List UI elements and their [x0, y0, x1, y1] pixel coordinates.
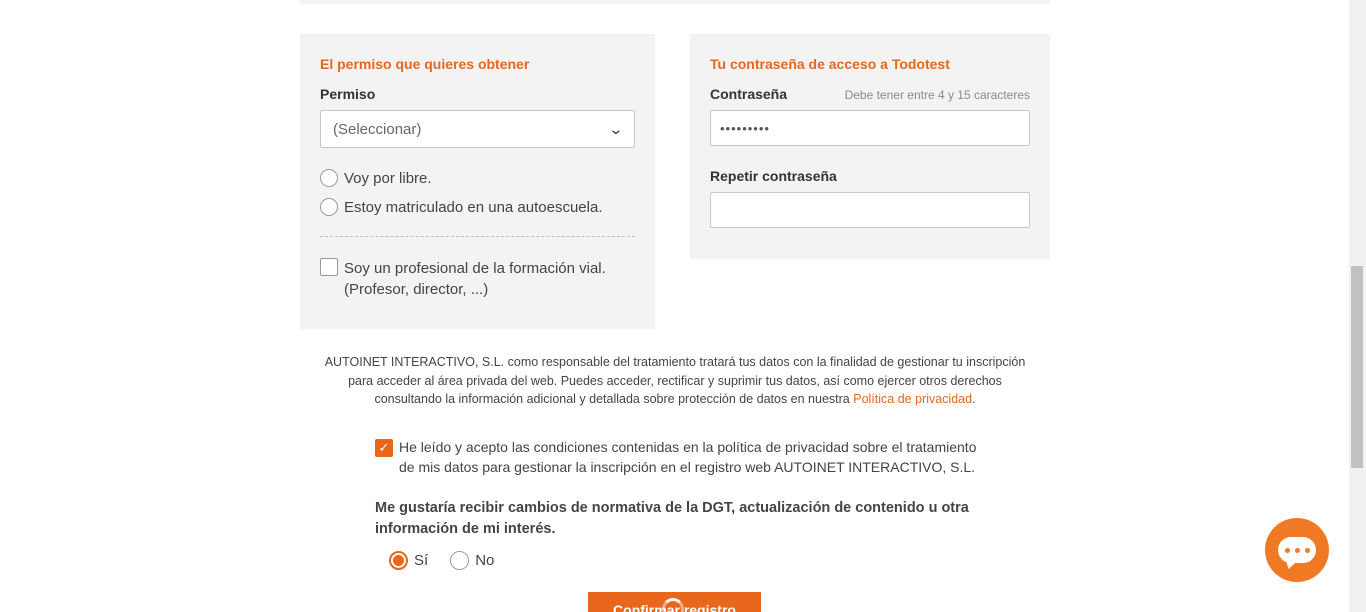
privacy-line3: consultando la información adicional y d… — [374, 392, 850, 406]
permit-label: Permiso — [320, 86, 376, 102]
password-panel: Tu contraseña de acceso a Todotest Contr… — [690, 34, 1050, 259]
chat-bubble-icon — [1278, 537, 1316, 563]
permit-select[interactable]: (Seleccionar) ⌄ — [320, 110, 635, 148]
radio-option-autoescuela[interactable]: Estoy matriculado en una autoescuela. — [320, 198, 603, 216]
privacy-line1: AUTOINET INTERACTIVO, S.L. como responsa… — [324, 355, 1026, 369]
radio-option-label: Voy por libre. — [344, 169, 432, 187]
privacy-notice: AUTOINET INTERACTIVO, S.L. como responsa… — [300, 353, 1050, 409]
yes-label[interactable]: Sí — [414, 552, 428, 569]
radio-icon[interactable] — [320, 198, 338, 216]
newsletter-question: Me gustaría recibir cambios de normativa… — [375, 498, 975, 540]
question-line2: información de mi interés. — [375, 521, 556, 537]
question-line1: Me gustaría recibir cambios de normativa… — [375, 500, 969, 516]
accept-line2: de mis datos para gestionar la inscripci… — [399, 458, 976, 475]
chevron-down-icon: ⌄ — [608, 120, 624, 137]
registration-page: El permiso que quieres obtener Permiso (… — [0, 0, 1366, 612]
page-scrollbar[interactable] — [1349, 0, 1366, 612]
password-input[interactable]: ••••••••• — [710, 110, 1030, 146]
no-label[interactable]: No — [475, 552, 494, 569]
accept-label: He leído y acepto las condiciones conten… — [399, 438, 976, 477]
professional-line2: (Profesor, director, ...) — [344, 281, 489, 298]
previous-panel-edge — [300, 0, 1050, 4]
accept-line1: He leído y acepto las condiciones conten… — [399, 439, 977, 455]
permit-panel: El permiso que quieres obtener Permiso (… — [300, 34, 655, 329]
privacy-end: . — [972, 392, 976, 406]
professional-label: Soy un profesional de la formación vial.… — [344, 258, 606, 300]
professional-checkbox-row[interactable]: Soy un profesional de la formación vial.… — [320, 258, 606, 300]
radio-icon[interactable] — [450, 551, 470, 570]
password-label: Contraseña — [710, 86, 788, 102]
radio-icon[interactable] — [320, 169, 338, 187]
professional-line1: Soy un profesional de la formación vial. — [344, 260, 606, 277]
password-panel-title: Tu contraseña de acceso a Todotest — [710, 56, 950, 72]
privacy-policy-link[interactable]: Política de privacidad — [853, 392, 972, 406]
radio-option-libre[interactable]: Voy por libre. — [320, 169, 432, 187]
checkbox-icon[interactable] — [320, 258, 338, 276]
chat-launcher-button[interactable] — [1265, 518, 1329, 582]
accept-privacy-row[interactable]: ✓ He leído y acepto las condiciones cont… — [375, 438, 995, 477]
repeat-password-input[interactable] — [710, 192, 1030, 228]
dashed-divider — [320, 236, 635, 237]
checkbox-checked-icon[interactable]: ✓ — [375, 439, 393, 457]
password-value: ••••••••• — [720, 120, 770, 136]
permit-select-value: (Seleccionar) — [333, 120, 422, 138]
radio-option-label: Estoy matriculado en una autoescuela. — [344, 198, 603, 216]
newsletter-options: Sí No — [389, 551, 494, 570]
radio-selected-icon[interactable] — [389, 551, 408, 570]
privacy-line2: para acceder al área privada del web. Pu… — [348, 373, 1002, 388]
scrollbar-thumb[interactable] — [1351, 266, 1363, 468]
permit-panel-title: El permiso que quieres obtener — [320, 56, 530, 72]
repeat-password-label: Repetir contraseña — [710, 168, 837, 184]
password-hint: Debe tener entre 4 y 15 caracteres — [844, 88, 1030, 102]
